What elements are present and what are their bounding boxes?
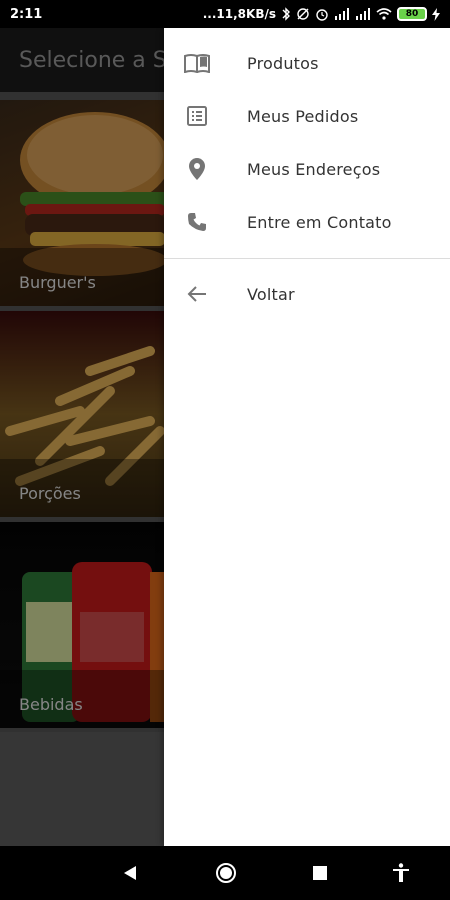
signal-icon <box>334 8 350 20</box>
do-not-disturb-icon <box>296 7 310 21</box>
wifi-icon <box>376 8 392 20</box>
accessibility-icon[interactable] <box>389 861 413 885</box>
status-time: 2:11 <box>10 6 43 22</box>
recents-icon[interactable] <box>308 861 332 885</box>
drawer-item-label: Entre em Contato <box>247 212 392 232</box>
back-icon[interactable] <box>118 861 142 885</box>
bluetooth-icon <box>281 7 291 21</box>
status-bar: 2:11 ...11,8KB/s 80 <box>0 0 450 28</box>
alarm-icon <box>315 7 329 21</box>
arrow-back-icon <box>184 281 210 307</box>
drawer-item-entre-em-contato[interactable]: Entre em Contato <box>164 196 450 248</box>
navigation-drawer: Produtos Meus Pedidos Meus Endereços Ent… <box>164 28 450 846</box>
charging-icon <box>432 7 440 21</box>
drawer-divider <box>164 258 450 259</box>
drawer-item-meus-enderecos[interactable]: Meus Endereços <box>164 143 450 195</box>
drawer-item-produtos[interactable]: Produtos <box>164 37 450 89</box>
drawer-item-label: Meus Pedidos <box>247 106 359 126</box>
list-icon <box>184 103 210 129</box>
network-speed: ...11,8KB/s <box>202 7 276 21</box>
drawer-item-meus-pedidos[interactable]: Meus Pedidos <box>164 90 450 142</box>
location-pin-icon <box>184 156 210 182</box>
drawer-item-label: Meus Endereços <box>247 159 381 179</box>
drawer-item-label: Voltar <box>247 284 295 304</box>
drawer-item-label: Produtos <box>247 53 319 73</box>
signal-icon-2 <box>355 8 371 20</box>
book-open-icon <box>184 50 210 76</box>
status-icons: ...11,8KB/s 80 <box>203 7 440 21</box>
battery-icon: 80 <box>397 7 427 21</box>
system-nav-bar <box>0 846 450 900</box>
home-icon[interactable] <box>214 861 238 885</box>
drawer-item-voltar[interactable]: Voltar <box>164 268 450 320</box>
phone-icon <box>184 209 210 235</box>
